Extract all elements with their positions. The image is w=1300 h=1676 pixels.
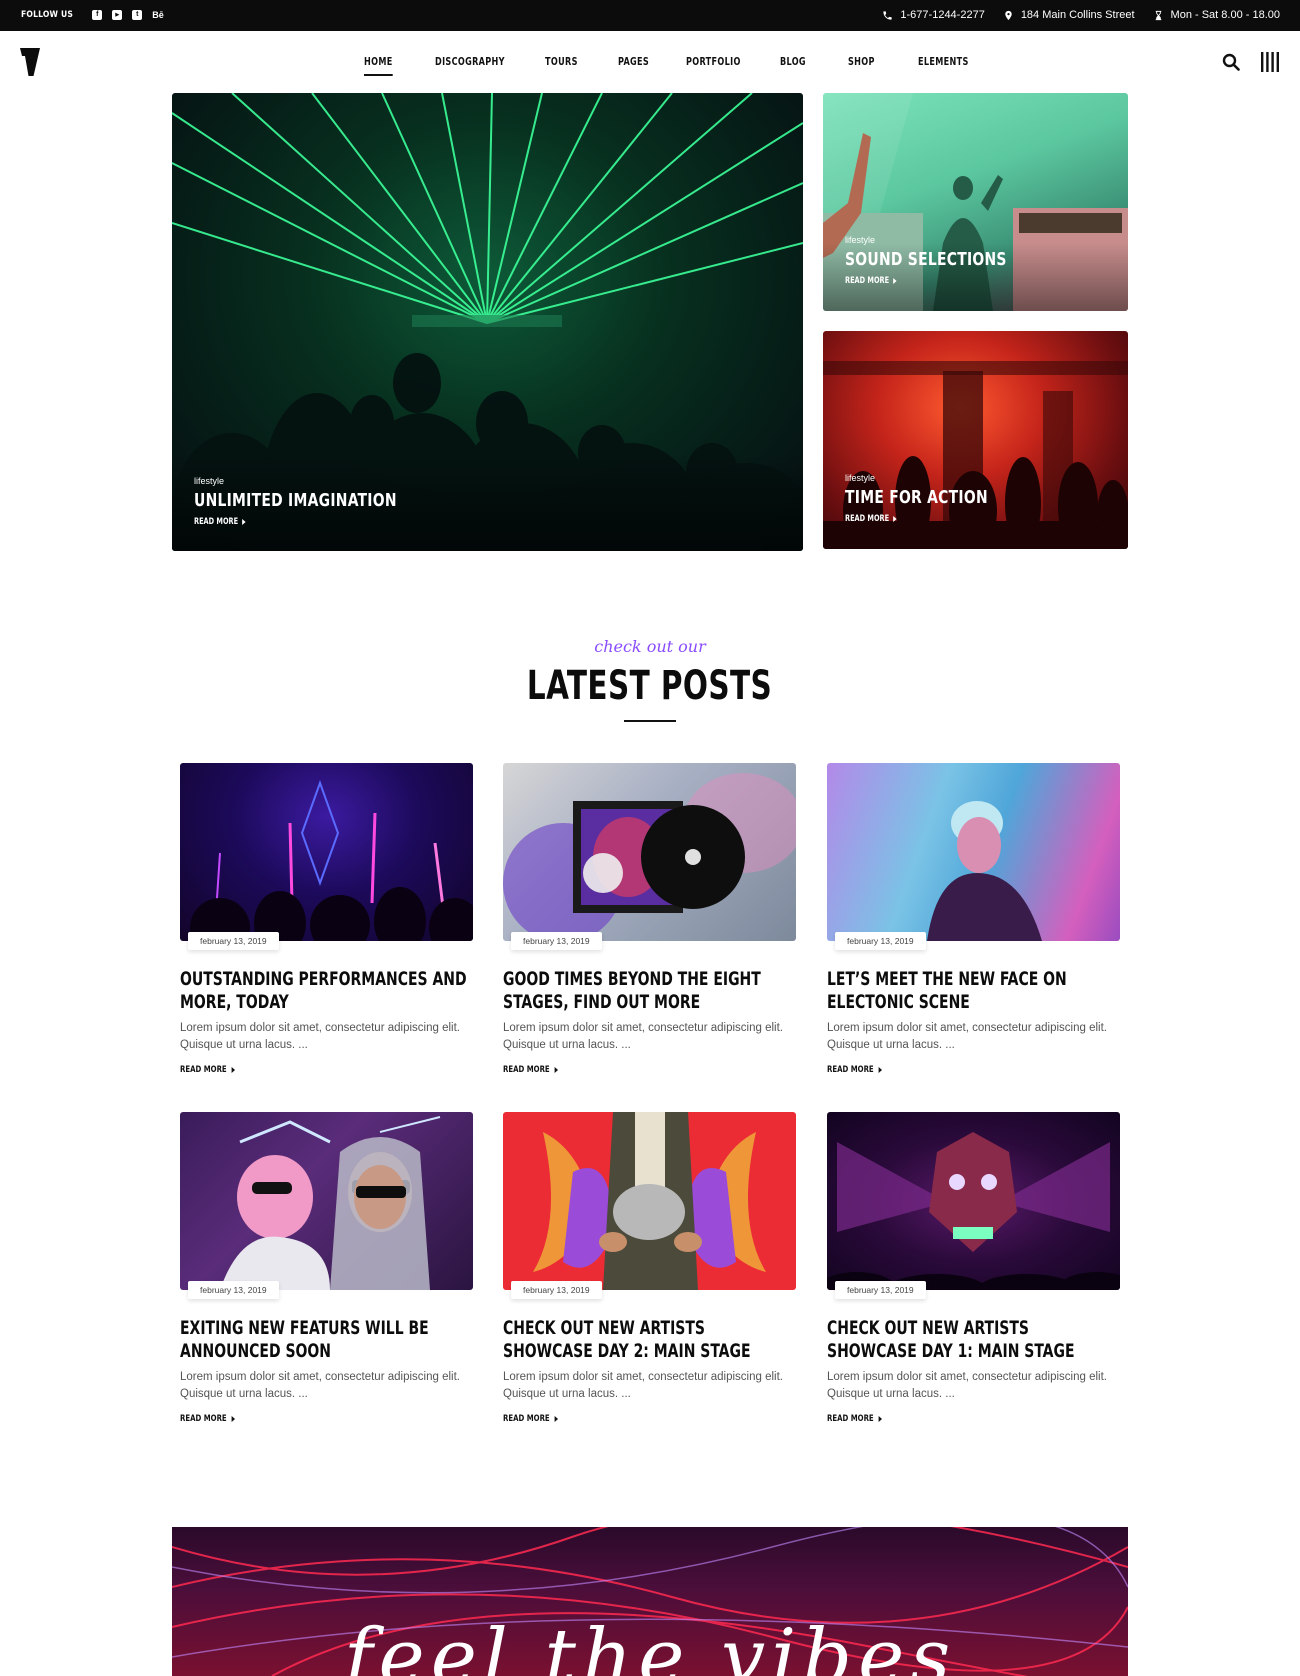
section-kicker: check out our [594, 637, 706, 656]
hourglass-icon [1155, 10, 1161, 20]
hero-feature-time-for-action[interactable]: lifestyle TIME FOR ACTION READ MORE [823, 331, 1128, 549]
post-excerpt: Lorem ipsum dolor sit amet, consectetur … [180, 1022, 460, 1051]
post-read-more[interactable]: READ MORE [503, 1065, 755, 1075]
phone-icon [883, 10, 893, 20]
hero-side-2-category[interactable]: lifestyle [845, 473, 1011, 483]
nav-item-elements[interactable]: ELEMENTS [918, 55, 969, 68]
arrow-right-icon [893, 278, 897, 284]
post-card: february 13, 2019 GOOD TIMES BEYOND THE … [503, 763, 796, 1075]
nav-item-shop[interactable]: SHOP [848, 55, 875, 68]
hours-text: Mon - Sat 8.00 - 18.00 [1170, 9, 1280, 21]
address-contact: 184 Main Collins Street [1003, 9, 1135, 21]
follow-label: FOLLOW US [21, 10, 74, 20]
section-title: LATEST POSTS [527, 663, 773, 709]
post-card: february 13, 2019 CHECK OUT NEW ARTISTS … [503, 1112, 796, 1424]
hero-feature-sound-selections[interactable]: lifestyle SOUND SELECTIONS READ MORE [823, 93, 1128, 311]
hero-side-1-read-more[interactable]: READ MORE [845, 276, 1007, 286]
post-date: february 13, 2019 [511, 932, 602, 950]
post-excerpt: Lorem ipsum dolor sit amet, consectetur … [827, 1371, 1107, 1400]
nav-item-pages[interactable]: PAGES [618, 55, 649, 68]
post-date: february 13, 2019 [835, 932, 926, 950]
post-read-more[interactable]: READ MORE [503, 1414, 755, 1424]
post-title[interactable]: LET’S MEET THE NEW FACE ON ELECTONIC SCE… [827, 968, 1121, 1014]
nav-item-home[interactable]: HOME [364, 55, 393, 76]
post-title[interactable]: CHECK OUT NEW ARTISTS SHOWCASE DAY 2: MA… [503, 1317, 797, 1363]
map-pin-icon [1005, 10, 1012, 20]
hero-feature-main[interactable]: lifestyle UNLIMITED IMAGINATION READ MOR… [172, 93, 803, 551]
post-title[interactable]: OUTSTANDING PERFORMANCES AND MORE, TODAY [180, 968, 474, 1014]
social-follow: FOLLOW US f ▶ t Bē [21, 10, 164, 20]
arrow-right-icon [231, 1416, 236, 1422]
twitter-icon[interactable]: t [132, 10, 143, 20]
site-logo[interactable] [20, 48, 40, 76]
hero-side-1-title[interactable]: SOUND SELECTIONS [845, 249, 1007, 270]
nav-item-blog[interactable]: BLOG [780, 55, 806, 68]
post-read-more[interactable]: READ MORE [827, 1414, 1079, 1424]
arrow-right-icon [893, 516, 897, 522]
phone-number: 1-677-1244-2277 [900, 9, 985, 21]
hero-main-title[interactable]: UNLIMITED IMAGINATION [194, 490, 397, 511]
hero-side-1-caption: lifestyle SOUND SELECTIONS READ MORE [845, 235, 1033, 286]
section-divider [624, 720, 676, 722]
arrow-right-icon [554, 1416, 559, 1422]
post-thumbnail[interactable]: february 13, 2019 [503, 763, 796, 950]
post-card: february 13, 2019 CHECK OUT NEW ARTISTS … [827, 1112, 1120, 1424]
post-date: february 13, 2019 [511, 1281, 602, 1299]
post-thumbnail[interactable]: february 13, 2019 [827, 763, 1120, 950]
post-read-more[interactable]: READ MORE [180, 1065, 432, 1075]
post-title[interactable]: GOOD TIMES BEYOND THE EIGHT STAGES, FIND… [503, 968, 797, 1014]
hours-contact: Mon - Sat 8.00 - 18.00 [1153, 9, 1280, 21]
arrow-right-icon [878, 1416, 883, 1422]
header-actions [1222, 52, 1280, 72]
post-thumbnail[interactable]: february 13, 2019 [180, 763, 473, 950]
arrow-right-icon [231, 1067, 236, 1073]
post-read-more[interactable]: READ MORE [180, 1414, 432, 1424]
vibes-banner: feel the vibes [172, 1527, 1128, 1676]
facebook-icon[interactable]: f [92, 10, 103, 20]
post-card: february 13, 2019 EXITING NEW FEATURS WI… [180, 1112, 473, 1424]
search-icon[interactable] [1222, 53, 1240, 71]
address-text: 184 Main Collins Street [1020, 9, 1135, 21]
arrow-right-icon [878, 1067, 883, 1073]
post-date: february 13, 2019 [835, 1281, 926, 1299]
hero-side-2-title[interactable]: TIME FOR ACTION [845, 487, 988, 508]
menu-bars-icon[interactable] [1260, 52, 1280, 72]
contact-info: 1-677-1244-2277 184 Main Collins Street … [882, 9, 1280, 21]
hero-side-1-category[interactable]: lifestyle [845, 235, 1033, 245]
top-bar: FOLLOW US f ▶ t Bē 1-677-1244-2277 184 M… [0, 0, 1300, 31]
behance-icon[interactable]: Bē [152, 10, 164, 20]
post-excerpt: Lorem ipsum dolor sit amet, consectetur … [180, 1371, 460, 1400]
nav-item-tours[interactable]: TOURS [545, 55, 578, 68]
post-date: february 13, 2019 [188, 932, 279, 950]
nav-item-portfolio[interactable]: PORTFOLIO [686, 55, 741, 68]
post-excerpt: Lorem ipsum dolor sit amet, consectetur … [503, 1022, 783, 1051]
hero-side-2-read-more[interactable]: READ MORE [845, 514, 988, 524]
post-card: february 13, 2019 LET’S MEET THE NEW FAC… [827, 763, 1120, 1075]
post-thumbnail[interactable]: february 13, 2019 [827, 1112, 1120, 1299]
post-thumbnail[interactable]: february 13, 2019 [180, 1112, 473, 1299]
arrow-right-icon [242, 519, 246, 525]
banner-text: feel the vibes [343, 1613, 957, 1676]
post-read-more[interactable]: READ MORE [827, 1065, 1079, 1075]
nav-item-discography[interactable]: DISCOGRAPHY [435, 55, 505, 68]
hero-main-category[interactable]: lifestyle [194, 476, 430, 486]
phone-contact[interactable]: 1-677-1244-2277 [882, 9, 985, 21]
main-nav: HOME DISCOGRAPHY TOURS PAGES PORTFOLIO B… [364, 55, 980, 76]
post-excerpt: Lorem ipsum dolor sit amet, consectetur … [827, 1022, 1107, 1051]
hero-main-read-more[interactable]: READ MORE [194, 517, 397, 527]
hero-side-2-caption: lifestyle TIME FOR ACTION READ MORE [845, 473, 1011, 524]
post-thumbnail[interactable]: february 13, 2019 [503, 1112, 796, 1299]
post-excerpt: Lorem ipsum dolor sit amet, consectetur … [503, 1371, 783, 1400]
post-card: february 13, 2019 OUTSTANDING PERFORMANC… [180, 763, 473, 1075]
hero-main-caption: lifestyle UNLIMITED IMAGINATION READ MOR… [194, 476, 430, 527]
youtube-icon[interactable]: ▶ [112, 10, 123, 20]
post-title[interactable]: CHECK OUT NEW ARTISTS SHOWCASE DAY 1: MA… [827, 1317, 1121, 1363]
post-title[interactable]: EXITING NEW FEATURS WILL BE ANNOUNCED SO… [180, 1317, 474, 1363]
arrow-right-icon [554, 1067, 559, 1073]
post-date: february 13, 2019 [188, 1281, 279, 1299]
